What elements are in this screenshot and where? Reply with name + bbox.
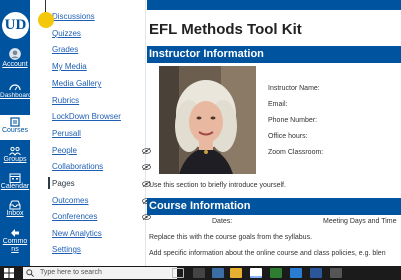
global-nav-commons[interactable]: Commons <box>0 228 30 254</box>
phone-number-label: Phone Number: <box>268 117 318 124</box>
app-icon-4[interactable] <box>330 268 342 278</box>
course-nav-my-media[interactable]: My Media <box>52 62 87 71</box>
instructor-portrait-image <box>159 66 256 174</box>
commons-icon <box>11 229 19 237</box>
dashboard-icon <box>9 84 21 91</box>
search-placeholder: Type here to search <box>40 269 102 276</box>
instructor-name-label: Instructor Name: <box>268 85 320 92</box>
course-goals-text: Replace this with the course goals from … <box>149 234 313 241</box>
course-nav-settings[interactable]: Settings <box>52 245 81 254</box>
global-nav-label: Inbox <box>6 210 24 217</box>
instructor-photo <box>159 66 256 174</box>
dates-label: Dates: <box>212 218 233 225</box>
header-bar <box>147 0 401 10</box>
course-nav-rubrics[interactable]: Rubrics <box>52 96 79 105</box>
global-nav-label: Commons <box>2 238 28 253</box>
intro-text: Use this section to briefly introduce yo… <box>149 182 286 189</box>
global-nav-label: Calendar <box>0 183 30 190</box>
app-icon-3[interactable] <box>290 268 302 278</box>
global-nav-label: Dashboard <box>0 92 32 99</box>
course-nav-people[interactable]: People <box>52 146 77 155</box>
email-label: Email: <box>268 101 288 108</box>
course-nav-grades[interactable]: Grades <box>52 45 78 54</box>
page-title: EFL Methods Tool Kit <box>149 21 302 38</box>
global-nav-label: Account <box>2 61 28 68</box>
global-nav-label: Groups <box>3 156 27 163</box>
cursor-line <box>45 0 46 12</box>
instructor-information-banner: Instructor Information <box>147 46 401 63</box>
course-information-banner: Course Information <box>147 198 401 215</box>
task-view-icon[interactable] <box>193 268 205 278</box>
office-hours-label: Office hours: <box>268 133 308 140</box>
global-nav-inbox[interactable]: Inbox <box>0 200 30 218</box>
windows-start-icon[interactable] <box>4 268 14 278</box>
meeting-days-label: Meeting Days and Time <box>323 218 397 225</box>
account-icon <box>9 48 21 60</box>
global-nav-dashboard[interactable]: Dashboard <box>0 82 32 100</box>
taskbar: Type here to search <box>0 266 401 280</box>
course-nav-conferences[interactable]: Conferences <box>52 212 97 221</box>
university-logo[interactable]: UD <box>2 12 29 39</box>
course-nav-collaborations[interactable]: Collaborations <box>52 162 103 171</box>
course-nav-outcomes[interactable]: Outcomes <box>52 196 88 205</box>
calendar-icon <box>9 173 21 183</box>
inbox-icon <box>9 200 21 210</box>
page-content: EFL Methods Tool Kit Instructor Informat… <box>147 0 401 266</box>
course-nav-perusall[interactable]: Perusall <box>52 129 81 138</box>
course-nav-media-gallery[interactable]: Media Gallery <box>52 79 101 88</box>
cursor-highlight <box>38 12 54 28</box>
word-icon[interactable] <box>310 268 322 278</box>
course-policies-text: Add specific information about the onlin… <box>149 250 386 257</box>
global-nav-calendar[interactable]: Calendar <box>0 173 30 191</box>
courses-icon <box>10 117 20 127</box>
global-nav-account[interactable]: Account <box>0 47 30 69</box>
global-nav-courses[interactable]: Courses <box>0 115 30 140</box>
search-icon <box>26 269 34 277</box>
app-icon-1[interactable] <box>212 268 224 278</box>
course-nav-new-analytics[interactable]: New Analytics <box>52 229 102 238</box>
course-nav-quizzes[interactable]: Quizzes <box>52 29 81 38</box>
global-nav-label: Courses <box>1 127 29 134</box>
global-nav-groups[interactable]: Groups <box>0 146 30 164</box>
current-page-indicator <box>48 177 50 189</box>
taskbar-search-input[interactable]: Type here to search <box>23 267 177 279</box>
course-nav-lockdown-browser[interactable]: LockDown Browser <box>52 112 121 121</box>
groups-icon <box>9 146 21 156</box>
global-nav: UD Account Dashboard Courses Groups Cale… <box>0 0 32 266</box>
app-icon-2[interactable] <box>270 268 282 278</box>
chrome-icon[interactable] <box>250 268 262 278</box>
file-explorer-icon[interactable] <box>230 268 242 278</box>
course-nav-discussions[interactable]: Discussions <box>52 12 95 21</box>
course-nav-pages[interactable]: Pages <box>52 179 75 188</box>
microphone-icon[interactable] <box>172 268 184 278</box>
zoom-classroom-label: Zoom Classroom: <box>268 149 324 156</box>
course-nav: Discussions Quizzes Grades My Media Medi… <box>30 0 151 266</box>
